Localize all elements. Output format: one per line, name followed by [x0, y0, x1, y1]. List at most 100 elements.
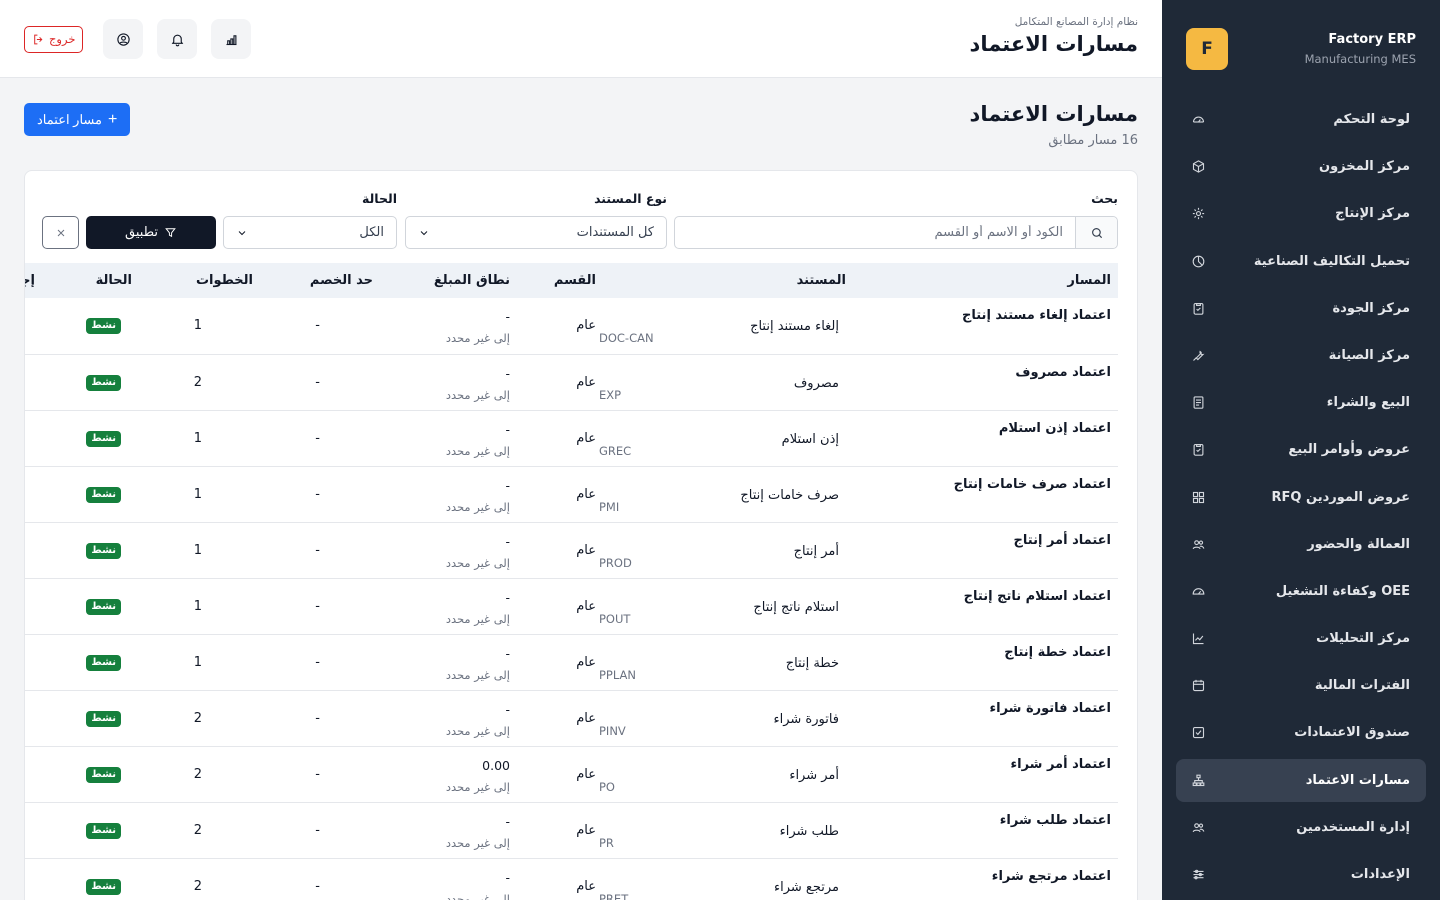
document-name: صرف خامات إنتاج — [740, 487, 839, 503]
table-row: اعتماد خطة إنتاج خطة إنتاج PPLAN عام - إلى غي… — [25, 634, 1118, 690]
check-square-icon — [1190, 725, 1206, 741]
status-cell: نشط — [42, 634, 139, 690]
search-label: بحث — [1091, 191, 1118, 206]
page-header: مسارات الاعتماد 16 مسار مطابق — [970, 102, 1138, 148]
search-input[interactable] — [675, 217, 1075, 248]
add-route-button[interactable]: + مسار اعتماد — [24, 103, 131, 136]
sidebar-item[interactable]: البيع والشراء — [1176, 381, 1426, 424]
document-cell: استلام ناتج إنتاج POUT — [599, 578, 853, 634]
doc-type-label: نوع المستند — [594, 191, 667, 206]
document-code: POUT — [599, 611, 631, 626]
status-cell: نشط — [42, 466, 139, 522]
amount-value: - — [505, 533, 510, 549]
header-document: المستند — [796, 273, 846, 288]
sidebar-item[interactable]: عروض الموردين RFQ — [1176, 476, 1426, 519]
amount-cell: - إلى غير محدد — [380, 858, 517, 900]
sidebar-item[interactable]: OEE وكفاءة التشغيل — [1176, 570, 1426, 613]
sidebar-item[interactable]: صندوق الاعتمادات — [1176, 711, 1426, 754]
header-discount-limit: حد الخصم — [309, 273, 373, 288]
table-row: اعتماد استلام ناتج إنتاج استلام ناتج إنتا… — [25, 578, 1118, 634]
status-badge: نشط — [86, 318, 121, 335]
action-cell — [25, 298, 42, 354]
document-cell: إلغاء مستند إنتاج DOC-CAN — [599, 298, 853, 354]
filter-icon — [165, 228, 176, 238]
sidebar-item-label: مسارات الاعتماد — [1305, 772, 1410, 788]
action-cell — [25, 802, 42, 858]
sidebar-item[interactable]: تحميل التكاليف الصناعية — [1176, 240, 1426, 283]
route-name: اعتماد طلب شراء — [999, 812, 1111, 828]
sidebar-item[interactable]: الفترات المالية — [1176, 664, 1426, 707]
discount-cell: - — [315, 766, 320, 782]
sidebar-item-label: البيع والشراء — [1326, 395, 1410, 411]
sidebar-item[interactable]: مركز الصيانة — [1176, 334, 1426, 377]
logout-button[interactable]: خروج — [24, 25, 84, 53]
doc-type-select[interactable]: كل المستندات — [405, 216, 667, 249]
department-cell: عام — [576, 654, 596, 670]
department-cell: عام — [576, 486, 596, 502]
steps-cell: 2 — [193, 710, 202, 726]
profile-button[interactable] — [103, 19, 144, 59]
document-name: استلام ناتج إنتاج — [753, 599, 839, 615]
status-badge: نشط — [86, 710, 121, 727]
table-row: اعتماد إذن استلام إذن استلام GREC عام - إلى غ… — [25, 410, 1118, 466]
sidebar-item[interactable]: إدارة المستخدمين — [1176, 806, 1426, 849]
document-name: خطة إنتاج — [785, 655, 839, 671]
ledger-icon — [1190, 395, 1206, 411]
search-icon — [1091, 227, 1102, 238]
status-select[interactable]: الكل — [223, 216, 397, 249]
status-cell: نشط — [42, 522, 139, 578]
document-cell: خطة إنتاج PPLAN — [599, 634, 853, 690]
amount-value: - — [505, 477, 510, 493]
status-cell: نشط — [42, 746, 139, 802]
sidebar-item[interactable]: عروض وأوامر البيع — [1176, 428, 1426, 471]
sidebar-item-label: مركز المخزون — [1319, 159, 1410, 175]
department-cell: عام — [576, 766, 596, 782]
document-cell: أمر إنتاج PROD — [599, 522, 853, 578]
add-route-label: مسار اعتماد — [37, 111, 102, 127]
sidebar-item-label: مركز الصيانة — [1328, 347, 1410, 363]
document-name: أمر شراء — [789, 767, 839, 783]
brand-text: Factory ERP Manufacturing MES — [1240, 32, 1416, 66]
sidebar-item[interactable]: مركز الإنتاج — [1176, 192, 1426, 235]
sidebar-item[interactable]: لوحة التحكم — [1176, 98, 1426, 141]
sidebar-item[interactable]: مركز الجودة — [1176, 287, 1426, 330]
logout-icon — [34, 34, 43, 44]
route-cell: اعتماد إلغاء مستند إنتاج — [853, 298, 1118, 354]
gauge-icon — [1190, 112, 1206, 128]
notifications-button[interactable] — [157, 19, 198, 59]
route-name: اعتماد فاتورة شراء — [989, 700, 1111, 716]
amount-range: إلى غير محدد — [445, 499, 510, 514]
analytics-button[interactable] — [211, 19, 252, 59]
route-name: اعتماد أمر شراء — [1010, 756, 1111, 772]
search-button[interactable] — [1075, 217, 1117, 248]
steps-cell: 2 — [193, 766, 202, 782]
sidebar-item-label: OEE وكفاءة التشغيل — [1275, 583, 1410, 599]
sidebar-item[interactable]: العمالة والحضور — [1176, 523, 1426, 566]
row-actions — [25, 761, 35, 787]
amount-value: - — [505, 869, 510, 885]
route-cell: اعتماد طلب شراء — [853, 802, 1118, 858]
routes-card: بحث نوع المستند الحالة كل المستندات الكل… — [24, 170, 1138, 900]
sidebar-item[interactable]: مركز التحليلات — [1176, 617, 1426, 660]
sidebar-nav: لوحة التحكم مركز المخزون مركز الإنتاج تحميل… — [1162, 98, 1440, 896]
filters-bar: بحث نوع المستند الحالة كل المستندات الكل… — [42, 191, 1118, 251]
steps-cell: 1 — [193, 318, 202, 334]
sidebar-item[interactable]: مركز المخزون — [1176, 145, 1426, 188]
document-name: إلغاء مستند إنتاج — [750, 319, 839, 334]
document-name: مصروف — [793, 375, 839, 391]
status-cell: نشط — [42, 410, 139, 466]
topbar-titles: نظام إدارة المصانع المتكامل مسارات الاعت… — [970, 16, 1138, 56]
status-badge: نشط — [86, 766, 121, 783]
status-badge: نشط — [86, 878, 121, 895]
route-cell: اعتماد فاتورة شراء — [853, 690, 1118, 746]
amount-range: إلى غير محدد — [445, 779, 510, 794]
department-cell: عام — [576, 598, 596, 614]
apply-filter-button[interactable]: تطبيق — [86, 216, 216, 249]
sidebar-item-label: مركز الجودة — [1332, 300, 1410, 316]
amount-range: إلى غير محدد — [445, 891, 510, 900]
department-cell: عام — [576, 542, 596, 558]
sidebar-item[interactable]: مسارات الاعتماد — [1176, 758, 1426, 802]
sidebar-item[interactable]: الإعدادات — [1176, 853, 1426, 896]
clear-filter-button[interactable] — [42, 216, 79, 249]
document-code: PPLAN — [599, 667, 637, 682]
